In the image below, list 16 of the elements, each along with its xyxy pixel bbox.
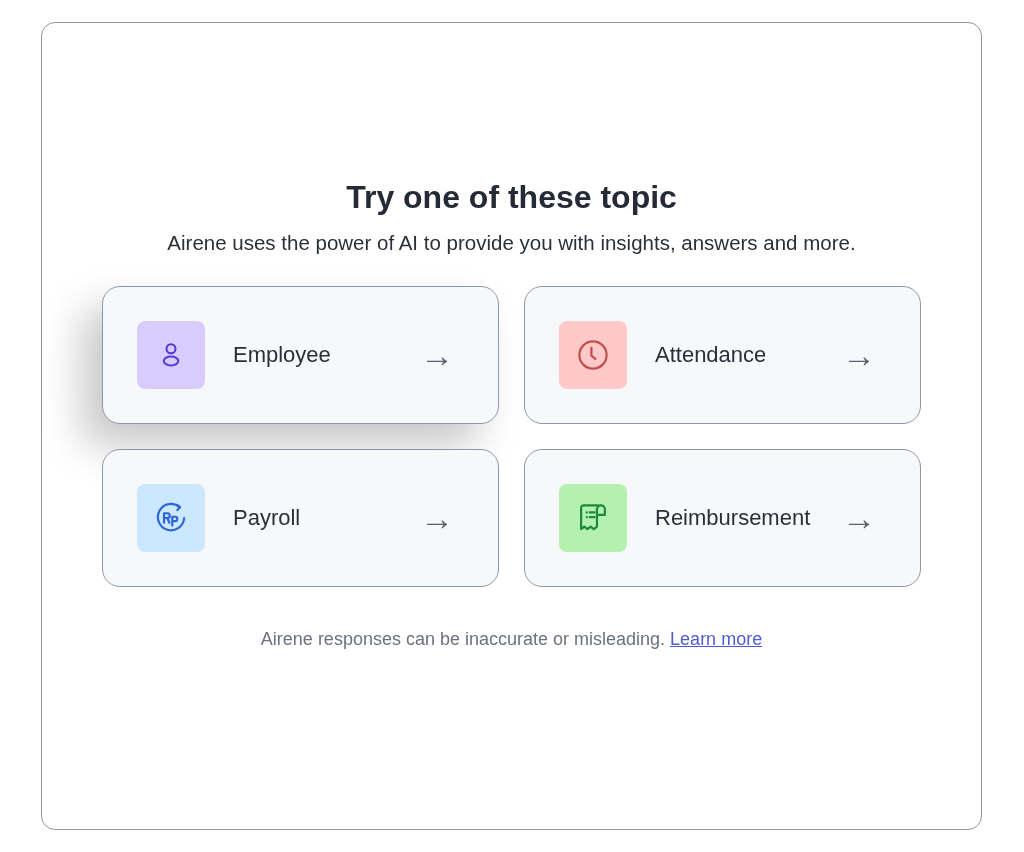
disclaimer-text: Airene responses can be inaccurate or misleading. (260, 629, 666, 649)
topic-card[interactable]: Reimbursement → (524, 449, 921, 587)
topic-card[interactable]: Payroll → (102, 449, 499, 587)
currency-cycle-icon (137, 484, 205, 552)
arrow-icon: → (842, 501, 876, 535)
learn-more-link[interactable]: Learn more (670, 629, 763, 649)
receipt-icon (559, 484, 627, 552)
topic-card[interactable]: Attendance → (524, 286, 921, 424)
person-icon (137, 321, 205, 389)
heading: Try one of these topic (346, 178, 677, 217)
arrow-icon: → (420, 501, 454, 535)
arrow-icon: → (842, 338, 876, 372)
clock-icon (559, 321, 627, 389)
subtitle: Airene uses the power of AI to provide you with insights, answers and more. (167, 230, 856, 256)
arrow-icon: → (420, 338, 454, 372)
topic-card[interactable]: Employee → (102, 286, 499, 424)
